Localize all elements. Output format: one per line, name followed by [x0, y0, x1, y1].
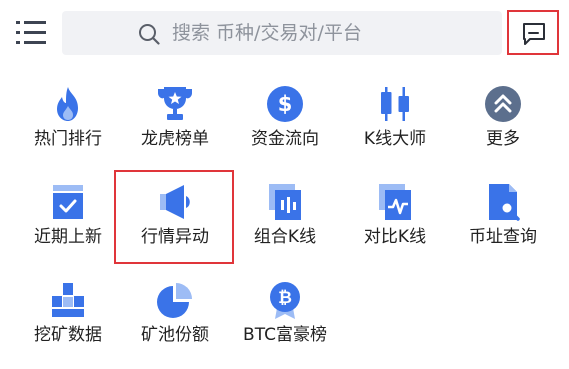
search-input[interactable]: 搜索 币种/交易对/平台 — [62, 11, 502, 55]
grid-item-new-listings[interactable]: 近期上新 — [16, 182, 120, 262]
grid-item-label: 挖矿数据 — [34, 325, 102, 345]
grid-item-label: 资金流向 — [251, 129, 319, 149]
grid-item-label: 对比K线 — [363, 227, 427, 247]
svg-text:₿: ₿ — [278, 288, 292, 308]
grid-item-label: 热门排行 — [34, 129, 102, 149]
mining-gold-icon — [52, 283, 84, 317]
grid-item-label: 更多 — [486, 129, 520, 149]
grid-item-market-anomaly[interactable]: 行情异动 — [123, 182, 227, 262]
grid-item-pool-share[interactable]: 矿池份额 — [123, 280, 227, 360]
grid-item-label: 币址查询 — [469, 227, 537, 247]
grid-item-label: 矿池份额 — [141, 325, 209, 345]
compare-chart-icon — [379, 184, 411, 220]
bitcoin-badge-icon: ₿ — [270, 282, 300, 319]
grid-item-more[interactable]: 更多 — [451, 84, 555, 164]
menu-list-icon — [16, 21, 46, 44]
pie-chart-icon — [157, 283, 192, 318]
dollar-coin-icon: $ — [267, 86, 303, 122]
megaphone-icon — [160, 185, 190, 219]
search-placeholder: 搜索 币种/交易对/平台 — [172, 22, 362, 44]
menu-button[interactable] — [16, 18, 48, 50]
candlestick-icon — [381, 87, 409, 121]
chevron-up-double-icon — [485, 86, 521, 122]
grid-item-mining-data[interactable]: 挖矿数据 — [16, 280, 120, 360]
grid-item-dragon-tiger-list[interactable]: 龙虎榜单 — [123, 84, 227, 164]
grid-item-label: 行情异动 — [141, 227, 209, 247]
grid-item-combo-kline[interactable]: 组合K线 — [233, 182, 337, 262]
combo-chart-icon — [269, 184, 301, 220]
grid-item-label: 组合K线 — [253, 227, 317, 247]
calendar-check-icon — [53, 185, 83, 219]
grid-item-label: K线大师 — [363, 129, 427, 149]
grid-item-btc-rich-list[interactable]: ₿ BTC富豪榜 — [233, 280, 337, 360]
svg-text:$: $ — [278, 92, 293, 116]
address-search-icon — [489, 184, 520, 221]
grid-item-kline-master[interactable]: K线大师 — [343, 84, 447, 164]
grid-item-hot-ranking[interactable]: 热门排行 — [16, 84, 120, 164]
grid-item-label: 龙虎榜单 — [141, 129, 209, 149]
grid-item-label: BTC富豪榜 — [243, 325, 327, 345]
flame-icon — [57, 87, 78, 121]
trophy-icon — [158, 87, 192, 120]
grid-item-address-lookup[interactable]: 币址查询 — [451, 182, 555, 262]
message-icon — [523, 23, 545, 45]
search-icon — [139, 24, 160, 45]
grid-item-label: 近期上新 — [34, 227, 102, 247]
message-button[interactable] — [507, 10, 559, 55]
grid-item-compare-kline[interactable]: 对比K线 — [343, 182, 447, 262]
grid-item-fund-flow[interactable]: $ 资金流向 — [233, 84, 337, 164]
